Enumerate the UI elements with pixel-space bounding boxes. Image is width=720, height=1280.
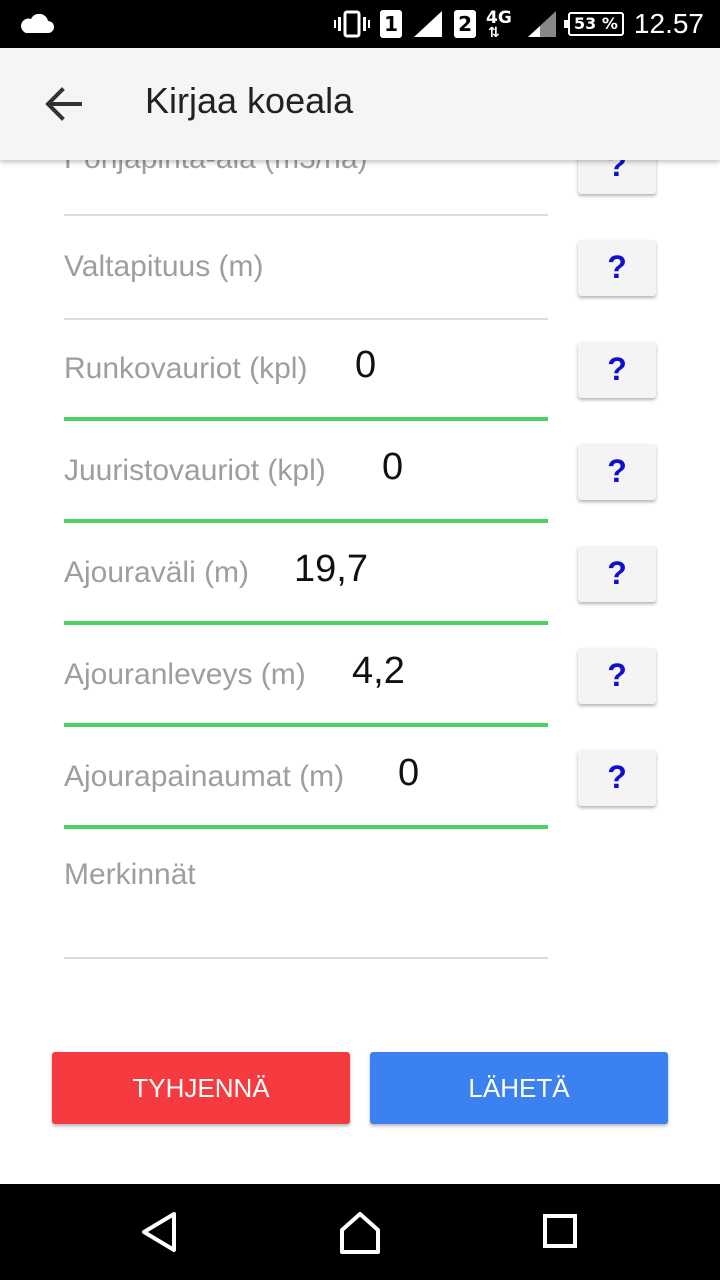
nav-back-icon[interactable] [132, 1206, 188, 1258]
help-button-strip-road-width[interactable]: ? [578, 648, 656, 704]
field-value[interactable]: 0 [355, 344, 376, 387]
field-value[interactable]: 4,2 [352, 650, 405, 693]
cloud-icon [21, 14, 54, 33]
field-strip-road-spacing[interactable]: Ajouraväli (m) 19,7 [64, 548, 548, 658]
vibrate-icon [334, 10, 371, 38]
field-label: Ajouranleveys (m) [64, 658, 306, 691]
field-underline [64, 318, 548, 320]
app-bar: Kirjaa koeala [0, 48, 720, 160]
field-label: Ajourapainaumat (m) [64, 760, 345, 793]
field-rut-depth[interactable]: Ajourapainaumat (m) 0 [64, 752, 548, 862]
field-basal-area[interactable]: Pohjapinta-ala (m3/ha) [64, 160, 548, 252]
field-value[interactable]: 0 [398, 752, 419, 795]
clear-button[interactable]: TYHJENNÄ [52, 1052, 350, 1124]
clock: 12.57 [633, 8, 704, 39]
help-button-rut-depth[interactable]: ? [578, 750, 656, 806]
sim1-indicator: 1 [380, 10, 403, 38]
network-type-indicator: 4G ⇅ [486, 6, 516, 42]
form-content[interactable]: Pohjapinta-ala (m3/ha) ? Valtapituus (m)… [0, 160, 720, 1184]
field-value[interactable]: 0 [382, 446, 403, 489]
field-underline [64, 957, 548, 959]
field-root-damage[interactable]: Juuristovauriot (kpl) 0 [64, 446, 548, 556]
battery-indicator: 53 % [564, 12, 624, 36]
field-underline-active [64, 621, 548, 625]
help-button-strip-road-spacing[interactable]: ? [578, 546, 656, 602]
field-notes[interactable]: Merkinnät [64, 858, 548, 962]
help-button-dominant-height[interactable]: ? [578, 240, 656, 296]
field-strip-road-width[interactable]: Ajouranleveys (m) 4,2 [64, 650, 548, 760]
signal-icon-2 [528, 11, 557, 37]
help-button-root-damage[interactable]: ? [578, 444, 656, 500]
navigation-bar [0, 1184, 720, 1280]
field-underline-active [64, 825, 548, 829]
field-stem-damage[interactable]: Runkovauriot (kpl) 0 [64, 344, 548, 454]
arrow-back-icon[interactable] [44, 86, 84, 122]
nav-recent-apps-icon[interactable] [532, 1206, 588, 1258]
data-activity-icon: ⇅ [488, 25, 500, 41]
field-dominant-height[interactable]: Valtapituus (m) [64, 250, 548, 352]
sim2-indicator: 2 [454, 10, 477, 38]
field-label: Juuristovauriot (kpl) [64, 454, 326, 487]
nav-home-icon[interactable] [332, 1206, 388, 1258]
field-value[interactable]: 19,7 [294, 548, 368, 591]
field-underline [64, 214, 548, 216]
page-title: Kirjaa koeala [145, 80, 354, 121]
field-label: Merkinnät [64, 858, 196, 891]
field-label: Pohjapinta-ala (m3/ha) [64, 160, 368, 176]
field-underline-active [64, 417, 548, 421]
help-button-basal-area[interactable]: ? [578, 160, 656, 194]
field-underline-active [64, 519, 548, 523]
help-button-stem-damage[interactable]: ? [578, 342, 656, 398]
status-bar: 1 2 4G ⇅ 53 % 12.57 [0, 0, 720, 48]
field-label: Runkovauriot (kpl) [64, 352, 308, 385]
field-label: Ajouraväli (m) [64, 556, 250, 589]
send-button[interactable]: LÄHETÄ [370, 1052, 668, 1124]
signal-icon [414, 11, 443, 37]
field-label: Valtapituus (m) [64, 250, 264, 283]
field-underline-active [64, 723, 548, 727]
